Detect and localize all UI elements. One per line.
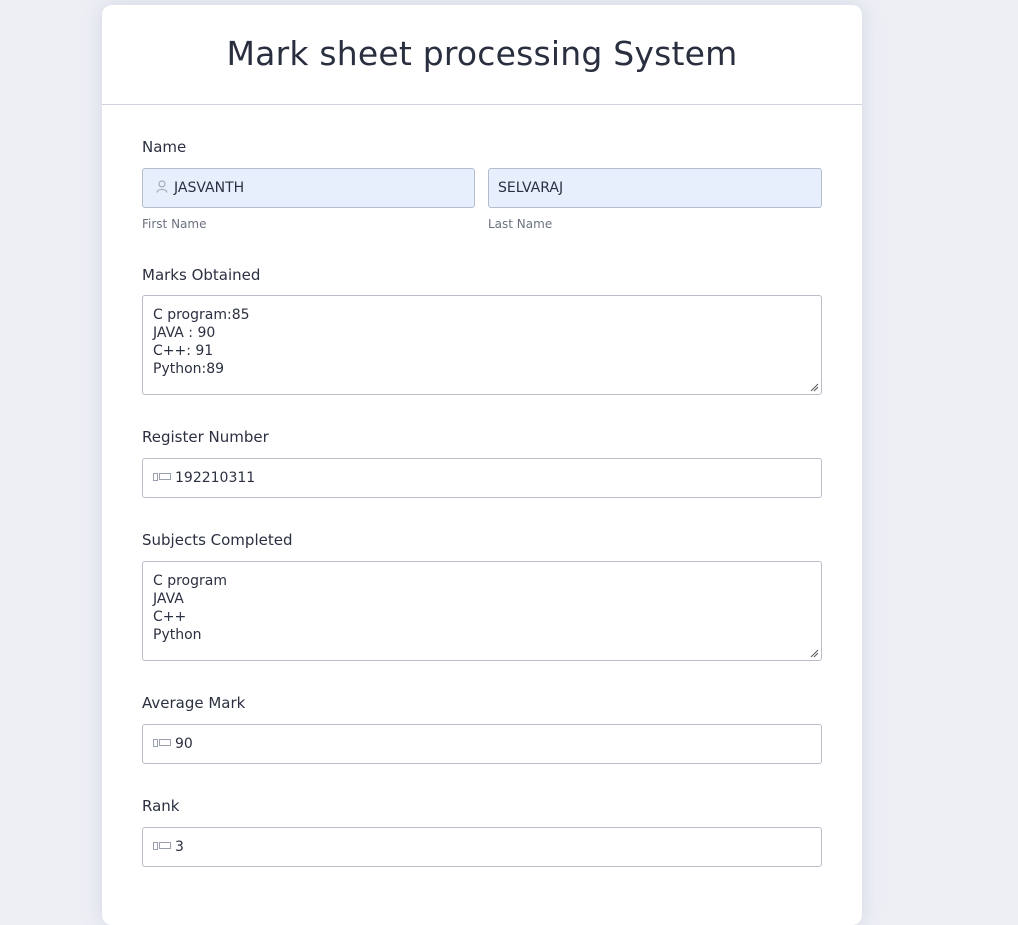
average-label: Average Mark — [142, 694, 246, 712]
id-card-icon — [151, 471, 173, 485]
register-label: Register Number — [142, 428, 269, 446]
subject-line: Python — [153, 627, 202, 643]
register-number-input[interactable]: 192210311 — [142, 458, 822, 498]
rank-label: Rank — [142, 797, 180, 815]
form-header: Mark sheet processing System — [102, 5, 862, 105]
id-card-icon — [151, 840, 173, 854]
first-name-value: JASVANTH — [174, 180, 245, 196]
name-label: Name — [142, 138, 187, 156]
subjects-textarea[interactable]: C program JAVA C++ Python — [142, 561, 822, 661]
subjects-label: Subjects Completed — [142, 531, 293, 549]
subject-line: C++ — [153, 609, 187, 625]
resize-handle-icon[interactable] — [810, 383, 819, 392]
average-mark-input[interactable]: 90 — [142, 724, 822, 764]
form-card: Mark sheet processing System Name JASVAN… — [102, 5, 862, 925]
id-card-icon — [151, 737, 173, 751]
first-name-input[interactable]: JASVANTH — [142, 168, 475, 208]
first-name-sublabel: First Name — [142, 217, 207, 231]
marks-label: Marks Obtained — [142, 266, 261, 284]
rank-value: 3 — [175, 839, 184, 855]
resize-handle-icon[interactable] — [810, 649, 819, 658]
marks-line: C program:85 — [153, 307, 250, 323]
page-title: Mark sheet processing System — [226, 33, 738, 73]
marks-textarea[interactable]: C program:85 JAVA : 90 C++: 91 Python:89 — [142, 295, 822, 395]
average-mark-value: 90 — [175, 736, 193, 752]
last-name-input[interactable]: SELVARAJ — [488, 168, 822, 208]
last-name-sublabel: Last Name — [488, 217, 553, 231]
marks-line: JAVA : 90 — [153, 325, 216, 341]
register-number-value: 192210311 — [175, 470, 256, 486]
marks-line: Python:89 — [153, 361, 225, 377]
last-name-value: SELVARAJ — [498, 180, 564, 196]
marks-line: C++: 91 — [153, 343, 214, 359]
subject-line: C program — [153, 573, 227, 589]
person-icon — [151, 180, 173, 196]
rank-input[interactable]: 3 — [142, 827, 822, 867]
subject-line: JAVA — [153, 591, 184, 607]
